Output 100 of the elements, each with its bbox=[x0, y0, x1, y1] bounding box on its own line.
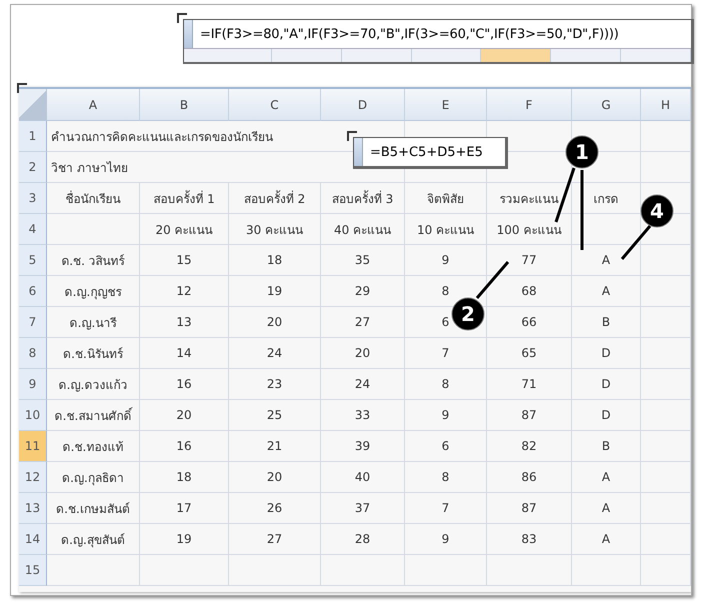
table-cell: ด.ญ.กุญชร bbox=[47, 276, 140, 307]
table-cell: D bbox=[572, 400, 641, 431]
table-cell: 17 bbox=[140, 493, 229, 524]
table-cell: สอบครั้งที่ 3 bbox=[321, 183, 405, 214]
table-cell: A bbox=[572, 276, 641, 307]
table-cell: 9 bbox=[405, 400, 487, 431]
table-cell: 68 bbox=[487, 276, 572, 307]
row-header[interactable]: 9 bbox=[19, 369, 47, 400]
table-cell: 40 คะแนน bbox=[321, 214, 405, 245]
row-header[interactable]: 5 bbox=[19, 245, 47, 276]
row-header[interactable]: 12 bbox=[19, 462, 47, 493]
table-cell: 7 bbox=[405, 338, 487, 369]
table-cell: 21 bbox=[229, 431, 321, 462]
table-cell: 12 bbox=[140, 276, 229, 307]
column-header[interactable]: D bbox=[321, 89, 405, 121]
table-cell: 26 bbox=[229, 493, 321, 524]
table-cell: 23 bbox=[229, 369, 321, 400]
table-cell: 33 bbox=[321, 400, 405, 431]
table-cell: B bbox=[572, 431, 641, 462]
table-cell: A bbox=[572, 493, 641, 524]
table-cell: สอบครั้งที่ 2 bbox=[229, 183, 321, 214]
table-cell: 8 bbox=[405, 462, 487, 493]
table-cell: 15 bbox=[140, 245, 229, 276]
table-cell: 13 bbox=[140, 307, 229, 338]
table-cell: 100 คะแนน bbox=[487, 214, 572, 245]
table-cell: 30 คะแนน bbox=[229, 214, 321, 245]
column-header[interactable]: G bbox=[572, 89, 641, 121]
table-cell: 7 bbox=[405, 493, 487, 524]
table-cell: 24 bbox=[321, 369, 405, 400]
table-cell: ชื่อนักเรียน bbox=[47, 183, 140, 214]
row-header[interactable]: 6 bbox=[19, 276, 47, 307]
table-cell: 20 bbox=[229, 462, 321, 493]
table-cell: ด.ช.ทองแท้ bbox=[47, 431, 140, 462]
column-header[interactable]: E bbox=[405, 89, 487, 121]
column-header[interactable]: B bbox=[140, 89, 229, 121]
row-header[interactable]: 3 bbox=[19, 183, 47, 214]
table-cell: 27 bbox=[229, 524, 321, 555]
table-cell: 14 bbox=[140, 338, 229, 369]
table-cell: 16 bbox=[140, 431, 229, 462]
row-header[interactable]: 4 bbox=[19, 214, 47, 245]
table-cell: A bbox=[572, 245, 641, 276]
table-cell: 8 bbox=[405, 369, 487, 400]
table-cell: 9 bbox=[405, 245, 487, 276]
table-cell: 18 bbox=[140, 462, 229, 493]
row-header[interactable]: 7 bbox=[19, 307, 47, 338]
table-cell: วิชา ภาษาไทย bbox=[47, 152, 321, 183]
table-cell: 20 bbox=[140, 400, 229, 431]
column-header[interactable]: F bbox=[487, 89, 572, 121]
column-header[interactable]: A bbox=[47, 89, 140, 121]
table-cell: 77 bbox=[487, 245, 572, 276]
table-cell: ด.ช.เกษมสันต์ bbox=[47, 493, 140, 524]
table-cell: 19 bbox=[140, 524, 229, 555]
row-header[interactable]: 13 bbox=[19, 493, 47, 524]
table-cell: 37 bbox=[321, 493, 405, 524]
table-cell: 39 bbox=[321, 431, 405, 462]
row-header[interactable]: 15 bbox=[19, 555, 47, 586]
table-cell: 29 bbox=[321, 276, 405, 307]
table-cell: B bbox=[572, 307, 641, 338]
table-cell: 66 bbox=[487, 307, 572, 338]
table-cell: ด.ช.นิรันทร์ bbox=[47, 338, 140, 369]
table-cell: 9 bbox=[405, 524, 487, 555]
table-cell: 83 bbox=[487, 524, 572, 555]
table-cell: D bbox=[572, 338, 641, 369]
table-cell: 71 bbox=[487, 369, 572, 400]
table-cell: จิตพิสัย bbox=[405, 183, 487, 214]
row-header[interactable]: 10 bbox=[19, 400, 47, 431]
table-cell: 19 bbox=[229, 276, 321, 307]
table-cell: 87 bbox=[487, 493, 572, 524]
table-cell: 10 คะแนน bbox=[405, 214, 487, 245]
table-cell: 24 bbox=[229, 338, 321, 369]
table-cell: D bbox=[572, 369, 641, 400]
column-header[interactable]: C bbox=[229, 89, 321, 121]
table-cell: 27 bbox=[321, 307, 405, 338]
table-cell: 25 bbox=[229, 400, 321, 431]
table-cell: A bbox=[572, 524, 641, 555]
table-cell: 20 คะแนน bbox=[140, 214, 229, 245]
row-header[interactable]: 2 bbox=[19, 152, 47, 183]
row-header[interactable]: 1 bbox=[19, 121, 47, 152]
table-cell: 16 bbox=[140, 369, 229, 400]
table-cell: ด.ญ.ดวงแก้ว bbox=[47, 369, 140, 400]
table-cell: 18 bbox=[229, 245, 321, 276]
table-cell: 35 bbox=[321, 245, 405, 276]
table-cell: 20 bbox=[321, 338, 405, 369]
row-header[interactable]: 8 bbox=[19, 338, 47, 369]
table-cell: 65 bbox=[487, 338, 572, 369]
table-cell: ด.ญ.สุขสันต์ bbox=[47, 524, 140, 555]
table-cell: A bbox=[572, 462, 641, 493]
row-header[interactable]: 11 bbox=[19, 431, 47, 462]
table-cell: ด.ช.สมานศักดิ์ bbox=[47, 400, 140, 431]
row-header[interactable]: 14 bbox=[19, 524, 47, 555]
formula-text: =IF(F3>=80,"A",IF(F3>=70,"B",IF(3>=60,"C",IF(F3>=50,"D",F)))) bbox=[199, 26, 619, 42]
column-header[interactable]: H bbox=[641, 89, 691, 121]
table-cell: 82 bbox=[487, 431, 572, 462]
table-cell: 28 bbox=[321, 524, 405, 555]
table-cell: ด.ช. วสินทร์ bbox=[47, 245, 140, 276]
table-cell: 86 bbox=[487, 462, 572, 493]
table-cell: 20 bbox=[229, 307, 321, 338]
table-cell: 6 bbox=[405, 431, 487, 462]
table-cell: สอบครั้งที่ 1 bbox=[140, 183, 229, 214]
formula-text: =B5+C5+D5+E5 bbox=[369, 144, 483, 160]
